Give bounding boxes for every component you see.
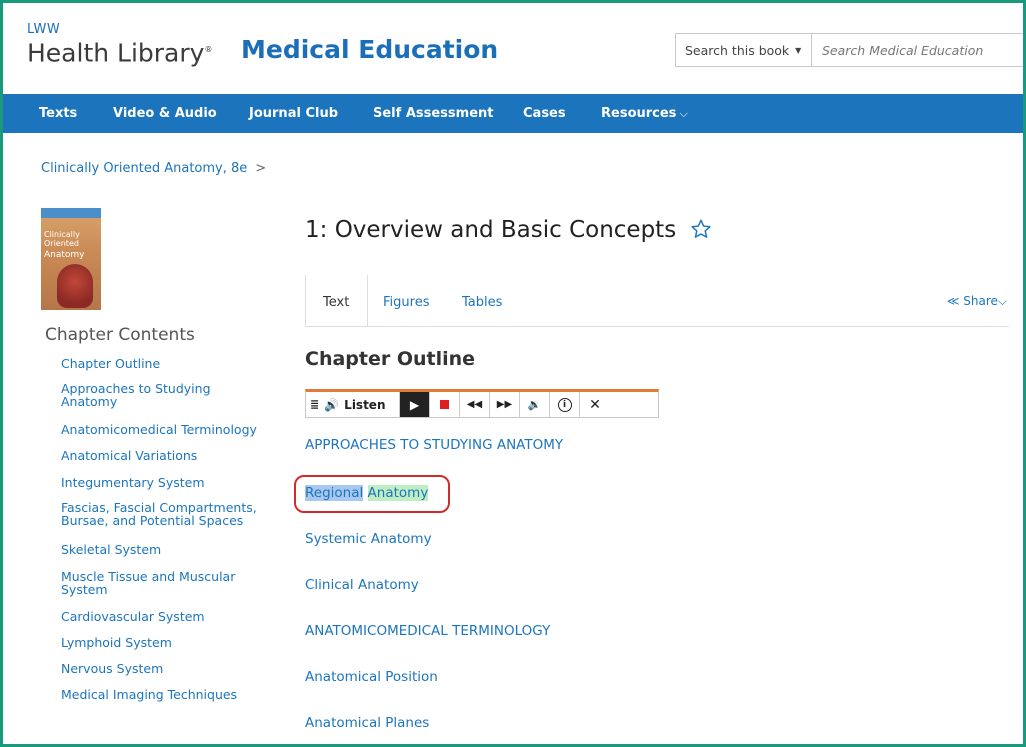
breadcrumb-separator-icon: > [255, 161, 267, 176]
outline-link-terminology[interactable]: ANATOMICOMEDICAL TERMINOLOGY [305, 623, 550, 639]
site-header: LWW Health Library® Medical Education Se… [3, 3, 1023, 91]
cover-line-2: Oriented [44, 239, 79, 248]
site-title: Medical Education [241, 35, 499, 64]
toc-item-chapter-outline[interactable]: Chapter Outline [61, 357, 160, 370]
close-button[interactable]: ✕ [580, 392, 610, 417]
caret-down-icon: ▼ [795, 45, 802, 55]
speaker-icon: 🔊 [324, 397, 340, 412]
tab-text[interactable]: Text [323, 295, 349, 310]
annotation-ring [294, 475, 450, 513]
rewind-button[interactable]: ◀◀ [460, 392, 490, 417]
outline-link-planes[interactable]: Anatomical Planes [305, 715, 429, 731]
stop-button[interactable] [430, 392, 460, 417]
fast-forward-icon: ▶▶ [496, 399, 513, 410]
nav-item-self-assessment[interactable]: Self Assessment [373, 106, 493, 121]
main-nav: Texts Video & Audio Journal Club Self As… [3, 94, 1023, 133]
cover-title: Anatomy [44, 250, 85, 260]
volume-icon: 🔉 [527, 398, 542, 411]
search-input[interactable] [812, 34, 1023, 66]
share-icon: ≪ [946, 294, 960, 308]
tab-figures[interactable]: Figures [383, 295, 429, 310]
breadcrumb: Clinically Oriented Anatomy, 8e > [41, 161, 266, 176]
logo-registered-mark: ® [204, 45, 213, 54]
outline-link-approaches[interactable]: APPROACHES TO STUDYING ANATOMY [305, 437, 563, 453]
share-button[interactable]: ≪ Share⌵ [947, 294, 1007, 309]
book-cover-image[interactable]: Clinically Oriented Anatomy [41, 208, 101, 310]
stop-icon [440, 400, 449, 409]
favorite-star-icon[interactable] [690, 218, 712, 240]
cover-text: Clinically Oriented [44, 230, 80, 248]
cover-band [41, 208, 101, 218]
toc-item-skeletal[interactable]: Skeletal System [61, 543, 161, 556]
fast-forward-button[interactable]: ▶▶ [490, 392, 520, 417]
toc-item-lymphoid[interactable]: Lymphoid System [61, 636, 172, 649]
chapter-title-text: 1: Overview and Basic Concepts [305, 217, 677, 243]
toc-item-cardiovascular[interactable]: Cardiovascular System [61, 610, 205, 623]
outline-link-position[interactable]: Anatomical Position [305, 669, 438, 685]
breadcrumb-book-link[interactable]: Clinically Oriented Anatomy, 8e [41, 161, 247, 176]
tab-tables[interactable]: Tables [462, 295, 502, 310]
toc-item-variations[interactable]: Anatomical Variations [61, 449, 197, 462]
search-scope-label: Search this book [685, 42, 790, 58]
nav-item-cases[interactable]: Cases [523, 106, 566, 121]
toc-item-terminology[interactable]: Anatomicomedical Terminology [61, 423, 257, 436]
nav-item-journal-club[interactable]: Journal Club [249, 106, 338, 121]
logo-health-library: Health Library® [27, 36, 212, 67]
rewind-icon: ◀◀ [466, 399, 483, 410]
share-label: Share [963, 294, 998, 308]
nav-item-resources-label: Resources [601, 106, 677, 121]
tab-divider [305, 275, 306, 327]
outline-heading: Chapter Outline [305, 348, 476, 370]
chevron-down-icon: ⌵ [679, 107, 688, 120]
chevron-down-icon: ⌵ [997, 294, 1007, 308]
logo-health-library-text: Health Library [27, 38, 205, 68]
info-icon: i [557, 397, 572, 412]
nav-item-video-audio[interactable]: Video & Audio [113, 106, 217, 121]
logo-lww: LWW [27, 22, 61, 37]
menu-icon: ≣ [310, 398, 320, 411]
chapter-title: 1: Overview and Basic Concepts [305, 217, 712, 243]
info-button[interactable]: i [550, 392, 580, 417]
tab-divider [367, 275, 368, 327]
toc-item-approaches-cont[interactable]: Anatomy [61, 395, 117, 408]
listen-label: Listen [344, 397, 386, 412]
sidebar-title: Chapter Contents [45, 325, 195, 345]
site-logo[interactable]: LWW Health Library® Medical Education [27, 22, 498, 67]
nav-item-resources[interactable]: Resources ⌵ [601, 106, 688, 121]
close-icon: ✕ [589, 396, 601, 413]
play-button[interactable]: ▶ [400, 392, 430, 417]
toc-item-fascias-cont[interactable]: Bursae, and Potential Spaces [61, 514, 243, 527]
listen-button[interactable]: ≣ 🔊 Listen [306, 392, 400, 417]
cover-line-1: Clinically [44, 230, 80, 239]
content-tabs: Text Figures Tables ≪ Share⌵ [305, 275, 1009, 327]
volume-button[interactable]: 🔉 [520, 392, 550, 417]
toc-item-muscle-cont[interactable]: System [61, 583, 108, 596]
play-icon: ▶ [409, 397, 420, 412]
outline-link-systemic[interactable]: Systemic Anatomy [305, 531, 432, 547]
toc-item-imaging[interactable]: Medical Imaging Techniques [61, 688, 237, 701]
outline-link-clinical[interactable]: Clinical Anatomy [305, 577, 419, 593]
nav-item-texts[interactable]: Texts [39, 106, 77, 121]
toc-item-nervous[interactable]: Nervous System [61, 662, 163, 675]
toc-item-integumentary[interactable]: Integumentary System [61, 476, 205, 489]
search-bar: Search this book ▼ [675, 33, 1023, 67]
search-scope-dropdown[interactable]: Search this book ▼ [676, 34, 812, 66]
listen-toolbar: ≣ 🔊 Listen ▶ ◀◀ ▶▶ 🔉 i ✕ [305, 389, 659, 418]
cover-face-illustration [57, 264, 93, 308]
app-frame: LWW Health Library® Medical Education Se… [0, 0, 1026, 747]
